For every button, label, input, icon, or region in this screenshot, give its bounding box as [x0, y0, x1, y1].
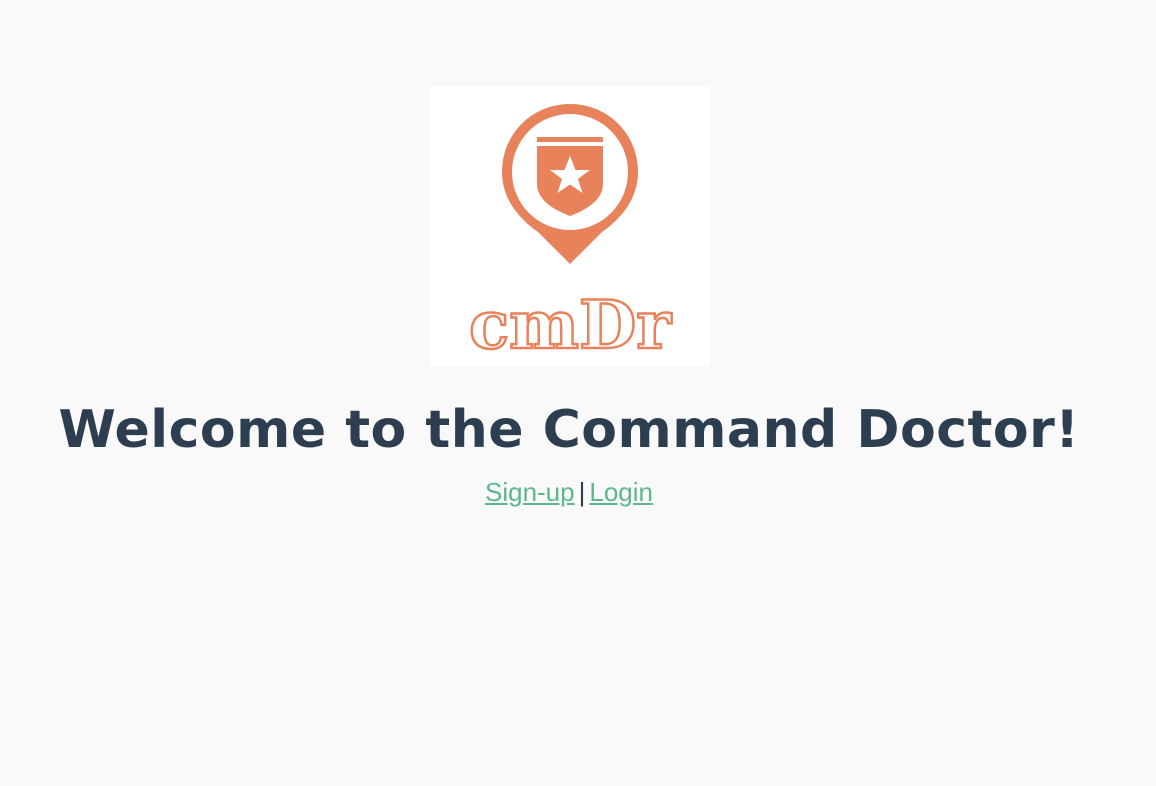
signup-link[interactable]: Sign-up — [485, 477, 575, 507]
page-title: Welcome to the Command Doctor! — [58, 400, 1080, 460]
page: cmDr Welcome to the Command Doctor! Sign… — [0, 0, 1156, 786]
map-pin-shield-logo-icon: cmDr — [468, 104, 673, 365]
link-separator: | — [578, 477, 586, 507]
login-link[interactable]: Login — [589, 477, 653, 507]
logo: cmDr — [430, 86, 710, 366]
logo-wordmark: cmDr — [469, 286, 672, 364]
auth-links: Sign-up | Login — [0, 474, 1138, 510]
